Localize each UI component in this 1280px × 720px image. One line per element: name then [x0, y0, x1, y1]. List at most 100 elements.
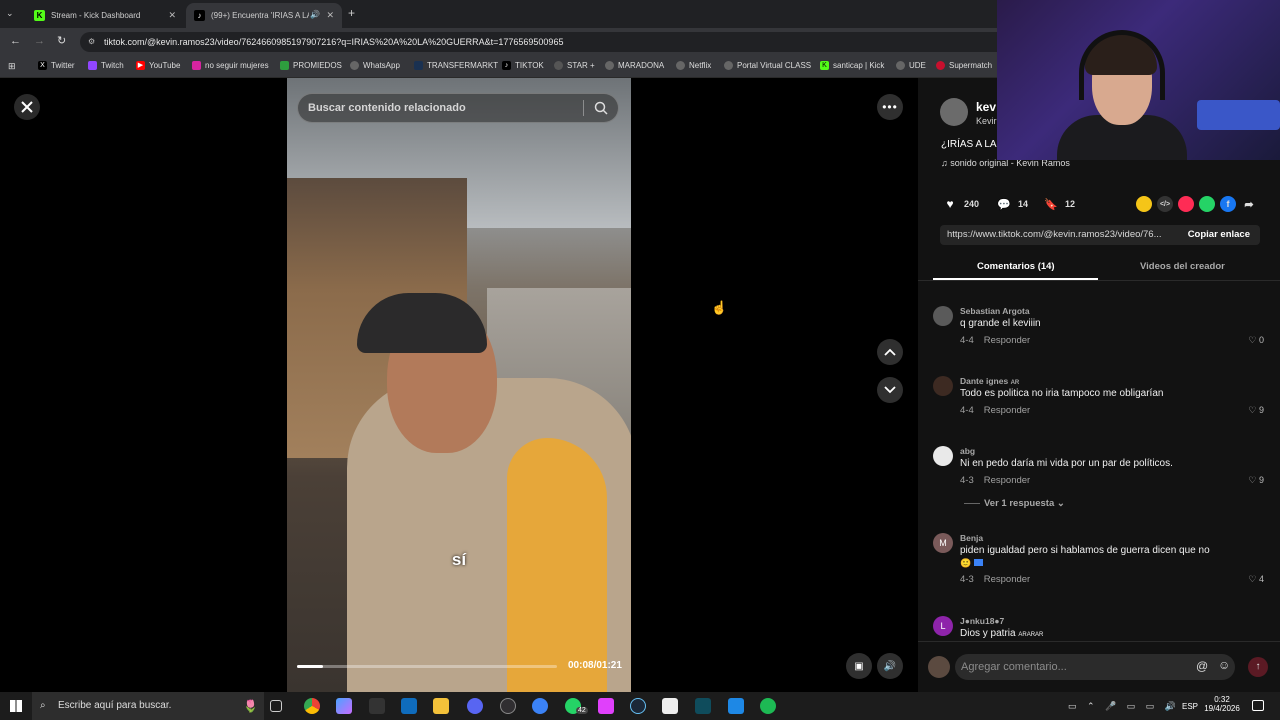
outlook-icon[interactable] [401, 698, 417, 714]
back-icon[interactable]: ← [10, 35, 21, 47]
steam-icon[interactable] [630, 698, 646, 714]
site-info-icon[interactable]: ⚙ [88, 32, 95, 52]
commenter-name[interactable]: abg [960, 446, 975, 456]
new-tab-button[interactable]: + [348, 6, 355, 20]
tab-tiktok[interactable]: ♪ (99+) Encuentra 'IRIAS A LA 🔊 ✕ [186, 3, 342, 28]
close-video-button[interactable] [14, 94, 40, 120]
panel-tabs: Comentarios (14) Videos del creador [933, 256, 1273, 280]
clock[interactable]: 0:32 19/4/2026 [1202, 695, 1242, 713]
close-icon[interactable]: ✕ [326, 10, 334, 21]
next-video-button[interactable] [877, 377, 903, 403]
coin-icon[interactable] [1136, 196, 1152, 212]
tab-creator-videos[interactable]: Videos del creador [1140, 261, 1225, 272]
share-arrow-icon[interactable]: ➦ [1241, 196, 1257, 212]
whatsapp-icon[interactable] [1199, 196, 1215, 212]
related-search-input[interactable]: Buscar contenido relacionado [297, 93, 619, 123]
commenter-avatar[interactable] [933, 376, 953, 396]
comment-like[interactable]: ♡ 9 [1248, 475, 1264, 486]
volume-button[interactable]: 🔊 [877, 653, 903, 679]
bookmark-transfermarkt[interactable]: TRANSFERMARKT [414, 61, 498, 70]
bookmark-promiedos[interactable]: PROMIEDOS [280, 61, 342, 70]
tab-comments[interactable]: Comentarios (14) [977, 261, 1055, 272]
add-comment-input[interactable]: Agregar comentario... [955, 654, 1235, 680]
close-icon[interactable]: ✕ [168, 10, 176, 21]
search-icon[interactable] [594, 101, 608, 115]
bookmark-portal[interactable]: Portal Virtual CLASS [724, 61, 811, 70]
floating-player-button[interactable]: ▣ [846, 653, 872, 679]
system-tray-icons[interactable]: ▭ ⌃ 🎤 ▭ ▭ 🔊 [1068, 701, 1180, 712]
video-player[interactable] [287, 78, 631, 692]
windows-start-icon[interactable] [10, 700, 22, 712]
embed-icon[interactable]: </> [1157, 196, 1173, 212]
comment-like[interactable]: ♡ 4 [1248, 574, 1264, 585]
author-name[interactable]: kev [976, 100, 996, 114]
commenter-name[interactable]: J●nku18●7 [960, 616, 1004, 626]
author-avatar[interactable] [940, 98, 968, 126]
speaker-icon[interactable]: 🔊 [310, 10, 320, 19]
bookmark-ude[interactable]: UDE [896, 61, 926, 70]
commenter-avatar[interactable] [933, 306, 953, 326]
save-action[interactable]: 🔖 12 [1043, 196, 1075, 212]
bookmark-no-seguir[interactable]: no seguir mujeres [192, 61, 269, 70]
reply-button[interactable]: Responder [984, 475, 1030, 486]
previous-video-button[interactable] [877, 339, 903, 365]
facebook-icon[interactable]: f [1220, 196, 1236, 212]
bookmark-maradona[interactable]: MARADONA [605, 61, 664, 70]
spotify-icon[interactable] [760, 698, 776, 714]
bookmark-supermatch[interactable]: Supermatch [936, 61, 992, 70]
send-icon[interactable] [1178, 196, 1194, 212]
taskbar-search-input[interactable]: ⌕ Escribe aquí para buscar. 🌷 [32, 692, 264, 720]
input-language[interactable]: ESP [1182, 702, 1198, 711]
music-note-icon: ♫ [941, 158, 951, 168]
bookmark-star[interactable]: STAR + [554, 61, 595, 70]
obs-icon[interactable] [500, 698, 516, 714]
like-action[interactable]: ♥ 240 [942, 196, 979, 212]
copy-link-button[interactable]: Copiar enlace [1188, 225, 1250, 245]
commenter-name[interactable]: Dante ignes AR [960, 376, 1019, 386]
view-replies-button[interactable]: Ver 1 respuesta ⌄ [964, 498, 1065, 509]
video-progress-bar[interactable] [297, 665, 557, 668]
commenter-name[interactable]: Benja [960, 533, 983, 543]
youtube-icon: ▶ [136, 61, 145, 70]
chrome-icon[interactable] [304, 698, 320, 714]
reply-button[interactable]: Responder [984, 574, 1030, 585]
bookmark-santicap[interactable]: Ksanticap | Kick [820, 61, 884, 70]
tab-kick-dashboard[interactable]: K Stream - Kick Dashboard ✕ [26, 3, 184, 28]
bookmark-youtube[interactable]: ▶ YouTube [136, 61, 180, 70]
emoji-icon[interactable]: ☺ [1218, 658, 1230, 672]
forward-icon[interactable]: → [34, 35, 45, 47]
tab-search-icon[interactable]: ⌄ [6, 8, 20, 20]
apps-icon[interactable]: ⊞ [8, 61, 16, 72]
bookmark-tiktok[interactable]: ♪ TIKTOK [502, 61, 544, 70]
notifications-icon[interactable] [1252, 700, 1264, 711]
capcut-icon[interactable] [662, 698, 678, 714]
commenter-avatar[interactable]: M [933, 533, 953, 553]
bookmark-whatsapp[interactable]: WhatsApp [350, 61, 400, 70]
more-options-button[interactable]: ••• [877, 94, 903, 120]
discord-icon[interactable] [467, 698, 483, 714]
commenter-name[interactable]: Sebastian Argota [960, 306, 1030, 316]
comment-like[interactable]: ♡ 9 [1248, 405, 1264, 416]
reload-icon[interactable]: ↻ [57, 34, 66, 47]
comment-action[interactable]: 💬 14 [996, 196, 1028, 212]
bookmark-twitch[interactable]: Twitch [88, 61, 124, 70]
copilot-icon[interactable] [336, 698, 352, 714]
post-comment-button[interactable]: ↑ [1248, 657, 1268, 677]
file-explorer-icon[interactable] [433, 698, 449, 714]
app-blue-icon[interactable] [532, 698, 548, 714]
app-pink-icon[interactable] [598, 698, 614, 714]
heart-icon: ♥ [946, 197, 954, 211]
commenter-avatar[interactable]: L [933, 616, 953, 636]
shield-icon[interactable] [728, 698, 744, 714]
reply-button[interactable]: Responder [984, 335, 1030, 346]
task-view-icon[interactable] [270, 700, 282, 712]
comment-like[interactable]: ♡ 0 [1248, 335, 1264, 346]
bookmark-twitter[interactable]: X Twitter [38, 61, 75, 70]
reply-button[interactable]: Responder [984, 405, 1030, 416]
bookmark-netflix[interactable]: Netflix [676, 61, 711, 70]
volume-icon: 🔊 [883, 660, 897, 672]
mention-icon[interactable]: @ [1196, 659, 1208, 673]
commenter-avatar[interactable] [933, 446, 953, 466]
app-teal-icon[interactable] [695, 698, 711, 714]
app-icon[interactable] [369, 698, 385, 714]
